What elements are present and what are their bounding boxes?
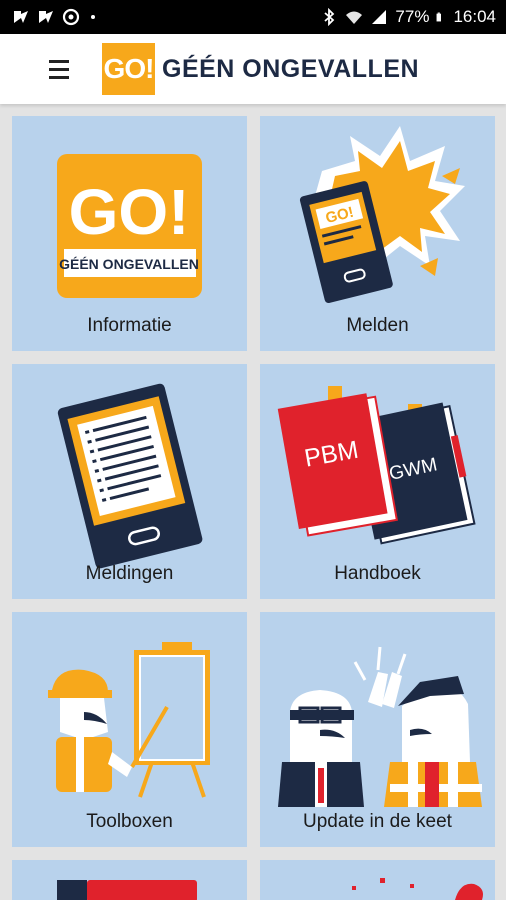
- app-bar: GO! GÉÉN ONGEVALLEN: [0, 34, 506, 104]
- partial-illustration: [57, 880, 197, 900]
- logo-sub-text: GÉÉN ONGEVALLEN: [59, 256, 199, 272]
- logo-big-text: GO!: [69, 176, 190, 248]
- tile-label: Meldingen: [85, 563, 174, 584]
- logo-text: GÉÉN ONGEVALLEN: [162, 54, 420, 83]
- app-logo: GO! GÉÉN ONGEVALLEN: [102, 43, 419, 95]
- wifi-icon: [346, 11, 363, 24]
- tile-handboek[interactable]: VGWM PBM Handboek: [260, 364, 495, 599]
- notification-icon: [14, 11, 28, 23]
- tile-partial-right[interactable]: [260, 860, 495, 900]
- hamburger-menu-icon[interactable]: [49, 56, 75, 82]
- bluetooth-icon: [324, 8, 335, 26]
- tile-update-in-de-keet[interactable]: Update in de keet: [260, 612, 495, 847]
- tile-toolboxen[interactable]: Toolboxen: [12, 612, 247, 847]
- partial-illustration: [352, 878, 483, 900]
- logo-badge: GO!: [102, 43, 155, 95]
- tile-meldingen[interactable]: Meldingen: [12, 364, 247, 599]
- tile-label: Update in de keet: [303, 811, 452, 832]
- status-bar: 77% 16:04: [0, 0, 506, 34]
- tile-label: Toolboxen: [86, 811, 173, 832]
- notification-icon: [39, 11, 53, 23]
- tile-label: Melden: [346, 315, 409, 336]
- battery-icon: [437, 12, 442, 22]
- tile-partial-left[interactable]: [12, 860, 247, 900]
- status-bar-left: [12, 8, 95, 26]
- tile-label: Handboek: [334, 563, 421, 584]
- sync-icon: [62, 8, 80, 26]
- tile-informatie[interactable]: GO! GÉÉN ONGEVALLEN Informatie: [12, 116, 247, 351]
- battery-percentage: 77%: [395, 7, 430, 26]
- status-bar-right: 77% 16:04: [320, 7, 496, 27]
- tile-melden[interactable]: GO! Melden: [260, 116, 495, 351]
- tile-label: Informatie: [87, 315, 172, 336]
- clock: 16:04: [453, 7, 496, 26]
- signal-icon: [372, 10, 387, 24]
- more-notifications-dot: [91, 15, 95, 19]
